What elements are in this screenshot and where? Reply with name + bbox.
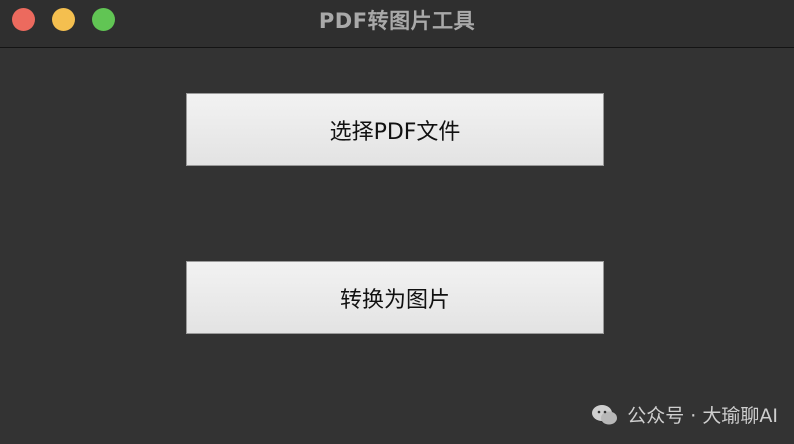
convert-to-image-button[interactable]: 转换为图片: [186, 261, 604, 334]
app-window: PDF转图片工具 选择PDF文件 转换为图片 公众号 · 大瑜聊AI: [0, 0, 794, 444]
choose-pdf-label: 选择PDF文件: [329, 119, 461, 145]
main-content: 选择PDF文件 转换为图片 公众号 · 大瑜聊AI: [0, 48, 794, 444]
wechat-icon: [592, 404, 618, 424]
convert-label: 转换为图片: [339, 287, 450, 313]
watermark-text: 公众号 · 大瑜聊AI: [627, 405, 778, 427]
window-title: PDF转图片工具: [318, 9, 476, 33]
watermark: 公众号 · 大瑜聊AI: [591, 401, 778, 428]
title-bar: PDF转图片工具: [0, 0, 794, 48]
choose-pdf-button[interactable]: 选择PDF文件: [186, 93, 604, 166]
